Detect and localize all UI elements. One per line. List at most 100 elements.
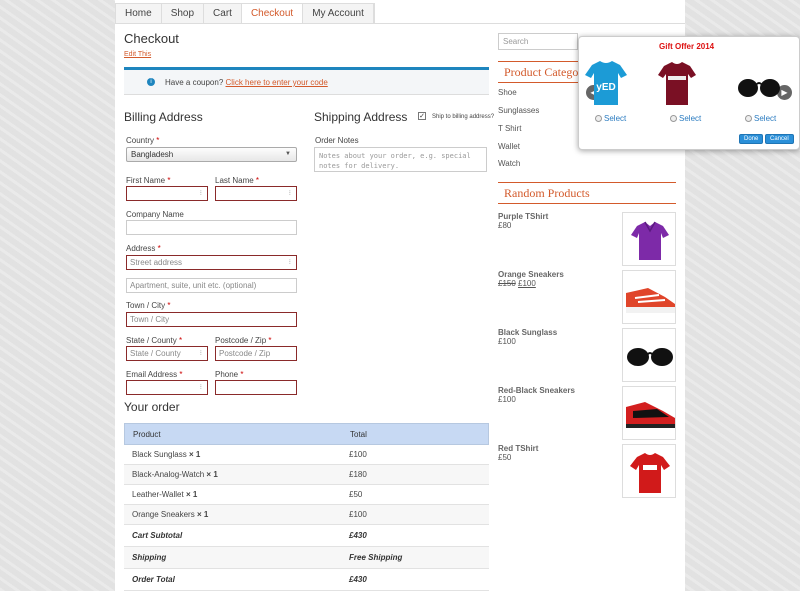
gift-select-2[interactable]: Select [670, 114, 701, 123]
maroon-tshirt-icon[interactable] [657, 59, 697, 109]
billing-title: Billing Address [124, 110, 203, 124]
category-sunglasses[interactable]: Sunglasses [498, 106, 539, 115]
page-title: Checkout [124, 31, 179, 46]
info-icon: i [147, 78, 155, 86]
gift-offer-popup: Gift Offer 2014 ◀ ▶ yED Select Select Se… [578, 36, 800, 150]
subtotal-value: £430 [349, 531, 367, 540]
random-product-price: £100 [498, 395, 516, 404]
nav-divider [115, 23, 685, 24]
table-row: Leather-Wallet × 1 £50 [124, 485, 489, 505]
order-notes-label: Order Notes [315, 136, 359, 145]
enter-coupon-link[interactable]: Click here to enter your code [226, 78, 328, 87]
first-name-field[interactable]: ⁝ [126, 186, 208, 201]
phone-field[interactable] [215, 380, 297, 395]
apartment-field[interactable]: Apartment, suite, unit etc. (optional) [126, 278, 297, 293]
product-total: £50 [349, 490, 363, 499]
product-total: £100 [349, 450, 367, 459]
subtotal-row: Cart Subtotal £430 [124, 525, 489, 547]
product-qty: × 1 [206, 470, 218, 479]
email-label: Email Address * [126, 370, 183, 379]
radio-icon[interactable] [670, 115, 677, 122]
order-table-header: Product Total [124, 423, 489, 445]
black-sunglasses-icon[interactable] [622, 328, 676, 382]
nav-my-account[interactable]: My Account [303, 4, 374, 23]
random-product-price: £80 [498, 221, 512, 230]
red-black-sneaker-icon[interactable] [622, 386, 676, 440]
random-product-price: £150 £100 [498, 279, 536, 288]
main-nav: Home Shop Cart Checkout My Account [115, 3, 375, 23]
svg-text:yED: yED [596, 82, 615, 93]
done-button[interactable]: Done [739, 134, 764, 144]
orange-sneaker-icon[interactable] [622, 270, 676, 324]
purple-polo-shirt-icon[interactable] [622, 212, 676, 266]
random-product-price: £50 [498, 453, 512, 462]
company-label: Company Name [126, 210, 184, 219]
dropdown-caret-icon: ▼ [285, 151, 291, 157]
country-select[interactable]: Bangladesh ▼ [126, 147, 297, 162]
radio-icon[interactable] [595, 115, 602, 122]
black-sunglasses-icon[interactable] [737, 75, 781, 101]
order-total-label: Order Total [132, 575, 175, 584]
ship-to-billing-checkbox[interactable]: ✓ [418, 112, 426, 120]
category-wallet[interactable]: Wallet [498, 142, 520, 151]
edit-this-link[interactable]: Edit This [124, 51, 151, 58]
red-tshirt-icon[interactable] [622, 444, 676, 498]
nav-shop[interactable]: Shop [161, 4, 205, 23]
random-product-name[interactable]: Black Sunglass [498, 328, 557, 337]
product-qty: × 1 [188, 450, 201, 459]
coupon-prefix: Have a coupon? [165, 78, 224, 87]
product-total: £100 [349, 510, 367, 519]
product-total: £180 [349, 470, 367, 479]
your-order-title: Your order [124, 400, 180, 414]
shipping-row: Shipping Free Shipping [124, 547, 489, 569]
radio-icon[interactable] [745, 115, 752, 122]
random-product-name[interactable]: Orange Sneakers [498, 270, 564, 279]
category-shoe[interactable]: Shoe [498, 88, 517, 97]
last-name-field[interactable]: ⁝ [215, 186, 297, 201]
table-row: Orange Sneakers × 1 £100 [124, 505, 489, 525]
company-field[interactable] [126, 220, 297, 235]
gift-offer-title: Gift Offer 2014 [659, 42, 715, 51]
country-label: Country * [126, 136, 160, 145]
product-name: Orange Sneakers [132, 510, 195, 519]
email-field[interactable]: ⁝ [126, 380, 208, 395]
blue-tshirt-icon[interactable]: yED [584, 57, 628, 109]
order-total-row: Order Total £430 [124, 569, 489, 591]
gift-select-1[interactable]: Select [595, 114, 626, 123]
shipping-label: Shipping [132, 553, 167, 562]
order-total-value: £430 [349, 575, 367, 584]
coupon-text: Have a coupon? Click here to enter your … [165, 78, 328, 87]
table-row: Black Sunglass × 1 £100 [124, 445, 489, 465]
search-input[interactable]: Search [498, 33, 578, 50]
category-watch[interactable]: Watch [498, 159, 520, 168]
random-product-name[interactable]: Purple TShirt [498, 212, 548, 221]
postcode-field[interactable]: Postcode / Zip [215, 346, 297, 361]
state-field[interactable]: State / County ⁝ [126, 346, 208, 361]
random-products-title: Random Products [498, 182, 676, 204]
town-label: Town / City * [126, 301, 171, 310]
order-table: Product Total Black Sunglass × 1 £100 Bl… [124, 423, 489, 591]
ship-to-billing-label: Ship to billing address? [432, 114, 495, 120]
header-product: Product [133, 430, 161, 439]
sale-price: £100 [518, 279, 536, 288]
shipping-value: Free Shipping [349, 553, 403, 562]
random-product-name[interactable]: Red TShirt [498, 444, 538, 453]
subtotal-label: Cart Subtotal [132, 531, 183, 540]
gift-select-3[interactable]: Select [745, 114, 776, 123]
nav-checkout[interactable]: Checkout [241, 4, 304, 23]
product-name: Leather-Wallet [132, 490, 184, 499]
address-label: Address * [126, 244, 161, 253]
cancel-button[interactable]: Cancel [765, 134, 794, 144]
country-value: Bangladesh [131, 150, 174, 159]
product-qty: × 1 [196, 510, 209, 519]
product-name: Black-Analog-Watch [132, 470, 205, 479]
street-address-field[interactable]: Street address ⁝ [126, 255, 297, 270]
order-notes-textarea[interactable]: Notes about your order, e.g. special not… [314, 147, 487, 172]
old-price: £150 [498, 279, 516, 288]
nav-cart[interactable]: Cart [204, 4, 242, 23]
category-tshirt[interactable]: T Shirt [498, 124, 521, 133]
nav-home[interactable]: Home [116, 4, 162, 23]
header-total: Total [350, 430, 367, 439]
town-field[interactable]: Town / City [126, 312, 297, 327]
random-product-name[interactable]: Red-Black Sneakers [498, 386, 575, 395]
